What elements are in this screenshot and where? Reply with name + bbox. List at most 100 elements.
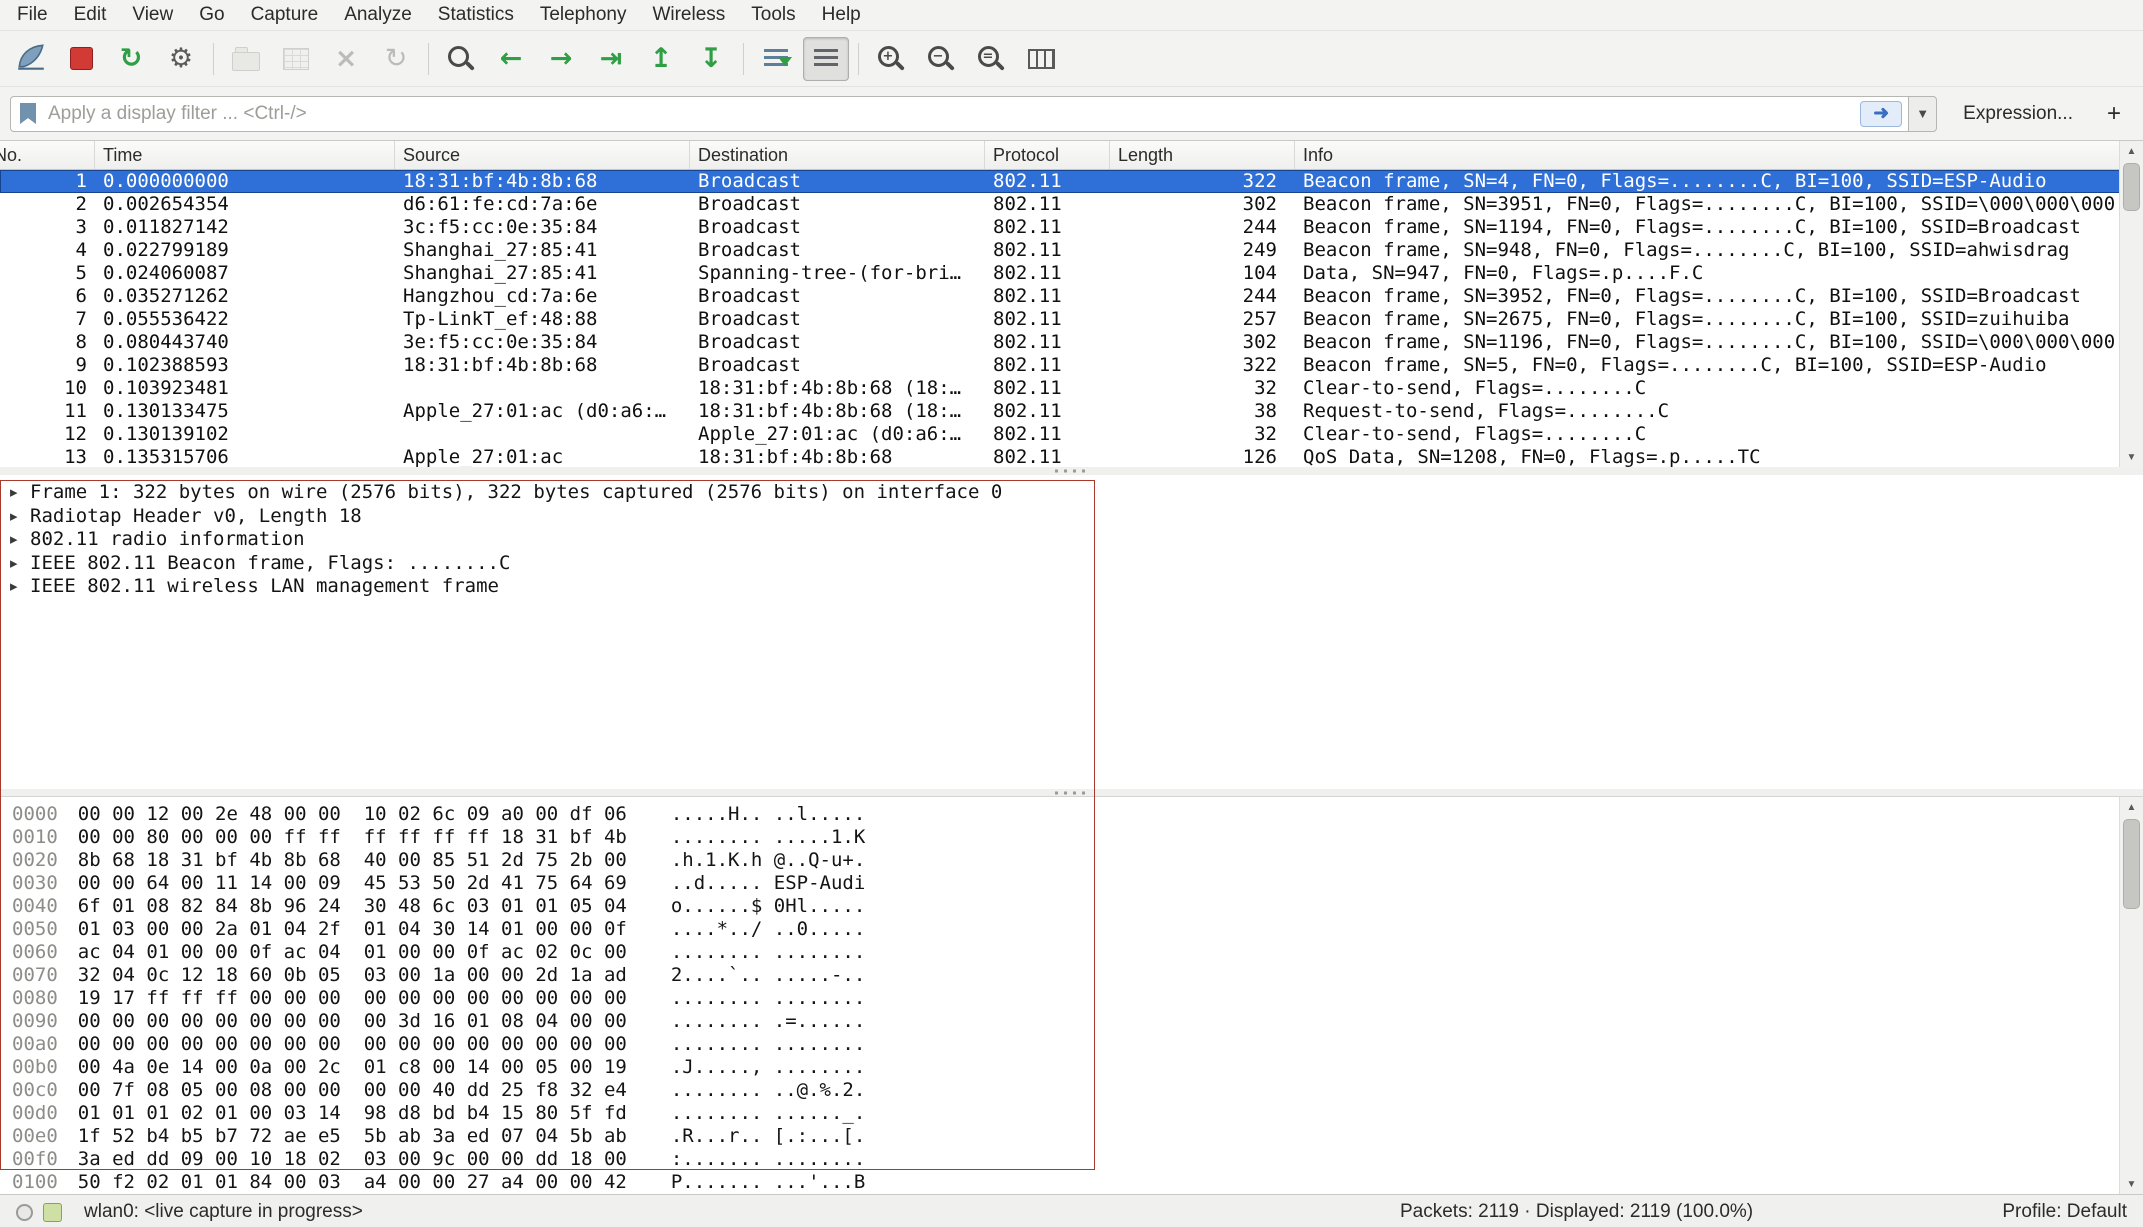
scroll-track[interactable] <box>2120 161 2143 447</box>
add-filter-button[interactable]: + <box>2095 100 2133 128</box>
hex-row-0030[interactable]: 003000 00 64 00 11 14 00 09 45 53 50 2d … <box>12 872 2143 895</box>
bookmark-icon[interactable] <box>20 103 36 124</box>
capture-status-icon[interactable] <box>16 1204 33 1221</box>
resize-columns-button[interactable] <box>1018 37 1064 81</box>
scroll-thumb[interactable] <box>2123 819 2140 909</box>
packet-row-9[interactable]: 90.10238859318:31:bf:4b:8b:68Broadcast80… <box>0 354 2143 377</box>
menu-go[interactable]: Go <box>186 2 237 28</box>
menu-capture[interactable]: Capture <box>238 2 332 28</box>
hex-row-0090[interactable]: 009000 00 00 00 00 00 00 00 00 3d 16 01 … <box>12 1010 2143 1033</box>
packet-row-1[interactable]: 10.00000000018:31:bf:4b:8b:68Broadcast80… <box>0 170 2143 193</box>
scroll-thumb[interactable] <box>2123 163 2140 211</box>
packet-row-13[interactable]: 130.135315706Apple_27:01:ac18:31:bf:4b:8… <box>0 446 2143 467</box>
scroll-up-arrow-icon[interactable]: ▲ <box>2120 141 2143 161</box>
packet-row-6[interactable]: 60.035271262Hangzhou_cd:7a:6eBroadcast80… <box>0 285 2143 308</box>
column-header-destination[interactable]: Destination <box>690 141 985 169</box>
capture-options-button[interactable]: ⚙ <box>158 37 204 81</box>
column-header-length[interactable]: Length <box>1110 141 1295 169</box>
hex-row-0100[interactable]: 010050 f2 02 01 01 84 00 03 a4 00 00 27 … <box>12 1171 2143 1194</box>
hex-row-00e0[interactable]: 00e01f 52 b4 b5 b7 72 ae e5 5b ab 3a ed … <box>12 1125 2143 1148</box>
packet-row-11[interactable]: 110.130133475Apple_27:01:ac (d0:a6:…18:3… <box>0 400 2143 423</box>
expression-button[interactable]: Expression... <box>1951 99 2085 129</box>
scroll-up-arrow-icon[interactable]: ▲ <box>2120 797 2143 817</box>
save-file-button[interactable] <box>273 37 319 81</box>
zoom-in-button[interactable]: + <box>868 37 914 81</box>
hex-row-00b0[interactable]: 00b000 4a 0e 14 00 0a 00 2c 01 c8 00 14 … <box>12 1056 2143 1079</box>
menu-wireless[interactable]: Wireless <box>639 2 738 28</box>
hex-row-0070[interactable]: 007032 04 0c 12 18 60 0b 05 03 00 1a 00 … <box>12 964 2143 987</box>
detail-row[interactable]: ▸802.11 radio information <box>0 528 2143 552</box>
scroll-down-arrow-icon[interactable]: ▼ <box>2120 1174 2143 1194</box>
menu-telephony[interactable]: Telephony <box>527 2 640 28</box>
menu-view[interactable]: View <box>119 2 186 28</box>
column-header-no[interactable]: No. <box>0 141 95 169</box>
hex-row-0010[interactable]: 001000 00 80 00 00 00 ff ff ff ff ff ff … <box>12 826 2143 849</box>
go-forward-button[interactable]: → <box>538 37 584 81</box>
scroll-track[interactable] <box>2120 817 2143 1174</box>
packet-row-8[interactable]: 80.0804437403e:f5:cc:0e:35:84Broadcast80… <box>0 331 2143 354</box>
packet-row-7[interactable]: 70.055536422Tp-LinkT_ef:48:88Broadcast80… <box>0 308 2143 331</box>
menu-analyze[interactable]: Analyze <box>331 2 425 28</box>
find-packet-button[interactable] <box>438 37 484 81</box>
menu-statistics[interactable]: Statistics <box>425 2 527 28</box>
hex-row-0000[interactable]: 000000 00 12 00 2e 48 00 00 10 02 6c 09 … <box>12 803 2143 826</box>
go-last-packet-button[interactable]: ↧ <box>688 37 734 81</box>
column-header-time[interactable]: Time <box>95 141 395 169</box>
column-header-source[interactable]: Source <box>395 141 690 169</box>
zoom-out-button[interactable]: − <box>918 37 964 81</box>
display-filter-field[interactable]: ➜ <box>10 96 1909 132</box>
packet-row-3[interactable]: 30.0118271423c:f5:cc:0e:35:84Broadcast80… <box>0 216 2143 239</box>
hex-row-0060[interactable]: 0060ac 04 01 00 00 0f ac 04 01 00 00 0f … <box>12 941 2143 964</box>
hex-row-0050[interactable]: 005001 03 00 00 2a 01 04 2f 01 04 30 14 … <box>12 918 2143 941</box>
hex-row-0040[interactable]: 00406f 01 08 82 84 8b 96 24 30 48 6c 03 … <box>12 895 2143 918</box>
detail-row[interactable]: ▸IEEE 802.11 Beacon frame, Flags: ......… <box>0 552 2143 576</box>
pane-splitter-bottom[interactable] <box>0 789 2143 796</box>
expander-icon[interactable]: ▸ <box>10 552 30 576</box>
go-back-button[interactable]: ← <box>488 37 534 81</box>
autoscroll-live-button[interactable] <box>753 37 799 81</box>
menu-file[interactable]: File <box>4 2 61 28</box>
zoom-normal-button[interactable]: = <box>968 37 1014 81</box>
packet-list-scrollbar[interactable]: ▲ ▼ <box>2119 141 2143 467</box>
colorize-packets-button[interactable] <box>803 37 849 81</box>
column-header-protocol[interactable]: Protocol <box>985 141 1110 169</box>
expert-info-icon[interactable] <box>43 1203 62 1222</box>
display-filter-input[interactable] <box>46 102 1860 126</box>
packet-row-10[interactable]: 100.10392348118:31:bf:4b:8b:68 (18:…802.… <box>0 377 2143 400</box>
detail-row[interactable]: ▸Frame 1: 322 bytes on wire (2576 bits),… <box>0 481 2143 505</box>
menu-tools[interactable]: Tools <box>738 2 808 28</box>
go-first-packet-button[interactable]: ↥ <box>638 37 684 81</box>
hex-row-0020[interactable]: 00208b 68 18 31 bf 4b 8b 68 40 00 85 51 … <box>12 849 2143 872</box>
hex-row-00a0[interactable]: 00a000 00 00 00 00 00 00 00 00 00 00 00 … <box>12 1033 2143 1056</box>
expander-icon[interactable]: ▸ <box>10 528 30 552</box>
scroll-down-arrow-icon[interactable]: ▼ <box>2120 447 2143 467</box>
packet-row-4[interactable]: 40.022799189Shanghai_27:85:41Broadcast80… <box>0 239 2143 262</box>
filter-history-dropdown-button[interactable]: ▼ <box>1909 96 1937 132</box>
open-file-button[interactable] <box>223 37 269 81</box>
hex-row-00f0[interactable]: 00f03a ed dd 09 00 10 18 02 03 00 9c 00 … <box>12 1148 2143 1171</box>
detail-row[interactable]: ▸Radiotap Header v0, Length 18 <box>0 505 2143 529</box>
pane-splitter-top[interactable] <box>0 467 2143 475</box>
packet-row-2[interactable]: 20.002654354d6:61:fe:cd:7a:6eBroadcast80… <box>0 193 2143 216</box>
expander-icon[interactable]: ▸ <box>10 575 30 599</box>
profile-status[interactable]: Profile: Default <box>2002 1201 2127 1223</box>
reload-file-button[interactable]: ↻ <box>373 37 419 81</box>
capture-stop-button[interactable] <box>58 37 104 81</box>
capture-start-button[interactable] <box>8 37 54 81</box>
capture-restart-button[interactable]: ↻ <box>108 37 154 81</box>
detail-row[interactable]: ▸IEEE 802.11 wireless LAN management fra… <box>0 575 2143 599</box>
expander-icon[interactable]: ▸ <box>10 505 30 529</box>
go-to-packet-button[interactable]: ⇥ <box>588 37 634 81</box>
packet-row-5[interactable]: 50.024060087Shanghai_27:85:41Spanning-tr… <box>0 262 2143 285</box>
column-header-info[interactable]: Info <box>1295 141 2119 169</box>
hex-row-0080[interactable]: 008019 17 ff ff ff 00 00 00 00 00 00 00 … <box>12 987 2143 1010</box>
packet-row-12[interactable]: 120.130139102Apple_27:01:ac (d0:a6:…802.… <box>0 423 2143 446</box>
hex-scrollbar[interactable]: ▲ ▼ <box>2119 797 2143 1194</box>
apply-filter-button[interactable]: ➜ <box>1860 101 1902 127</box>
menu-help[interactable]: Help <box>809 2 874 28</box>
expander-icon[interactable]: ▸ <box>10 481 30 505</box>
menu-edit[interactable]: Edit <box>61 2 120 28</box>
hex-row-00c0[interactable]: 00c000 7f 08 05 00 08 00 00 00 00 40 dd … <box>12 1079 2143 1102</box>
hex-row-00d0[interactable]: 00d001 01 01 02 01 00 03 14 98 d8 bd b4 … <box>12 1102 2143 1125</box>
close-file-button[interactable]: × <box>323 37 369 81</box>
